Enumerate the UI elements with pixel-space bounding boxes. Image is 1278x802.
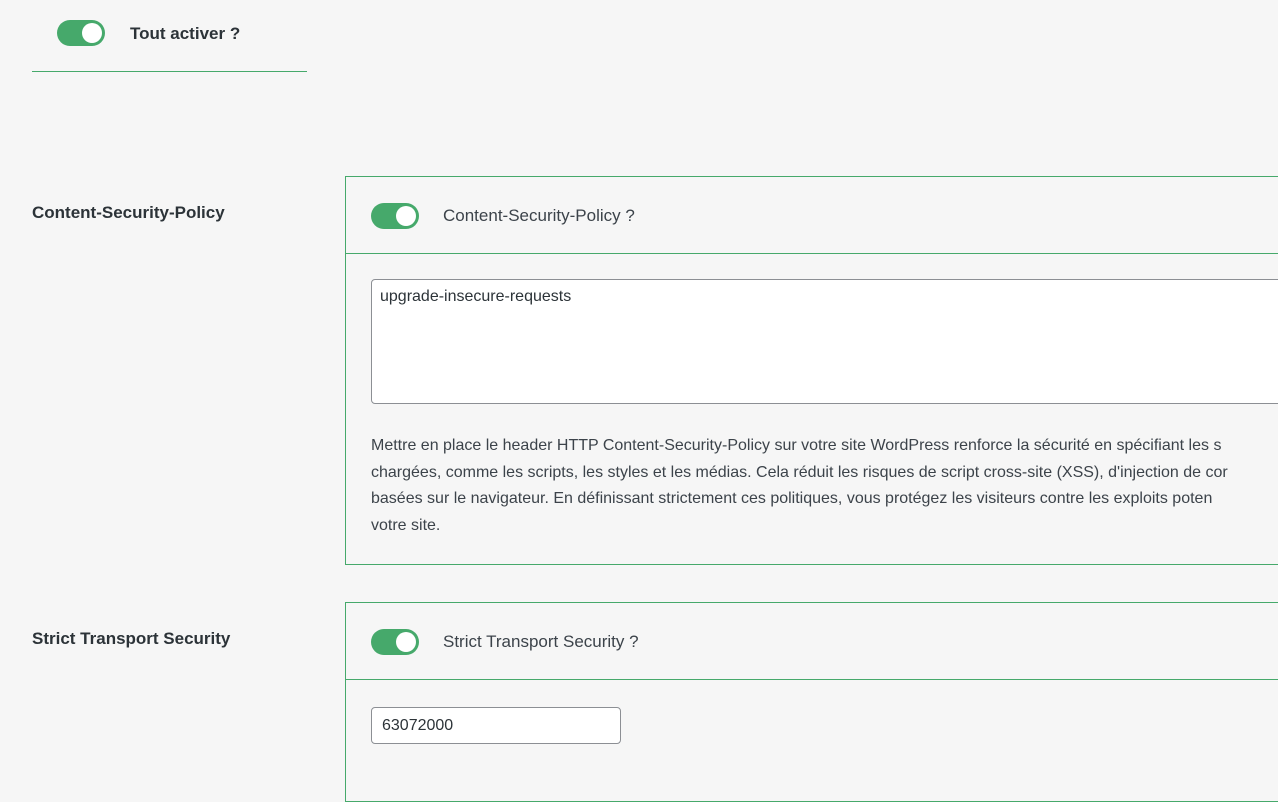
toggle-knob — [396, 206, 416, 226]
csp-toggle[interactable] — [371, 203, 419, 229]
csp-description-line: votre site. — [371, 516, 441, 534]
csp-description-line: chargées, comme les scripts, les styles … — [371, 463, 1228, 481]
enable-all-label: Tout activer ? — [130, 24, 241, 43]
hsts-toggle-label: Strict Transport Security ? — [443, 632, 639, 651]
divider — [32, 71, 307, 72]
csp-description-line: basées sur le navigateur. En définissant… — [371, 490, 1213, 507]
hsts-max-age-input[interactable] — [371, 707, 621, 744]
csp-description-line: Mettre en place le header HTTP Content-S… — [371, 437, 1222, 454]
hsts-panel-header: Strict Transport Security ? — [346, 603, 1278, 680]
csp-value-textarea[interactable]: upgrade-insecure-requests — [371, 279, 1278, 404]
hsts-toggle[interactable] — [371, 629, 419, 655]
toggle-knob — [82, 23, 102, 43]
csp-toggle-label: Content-Security-Policy ? — [443, 206, 635, 225]
enable-all-toggle[interactable] — [57, 20, 105, 46]
csp-panel-header: Content-Security-Policy ? — [346, 177, 1278, 254]
csp-panel: Content-Security-Policy ? upgrade-insecu… — [345, 176, 1278, 565]
hsts-panel: Strict Transport Security ? — [345, 602, 1278, 802]
csp-description: Mettre en place le header HTTP Content-S… — [371, 433, 1278, 539]
hsts-section-title: Strict Transport Security — [32, 629, 231, 648]
csp-section-title: Content-Security-Policy — [32, 203, 225, 222]
toggle-knob — [396, 632, 416, 652]
